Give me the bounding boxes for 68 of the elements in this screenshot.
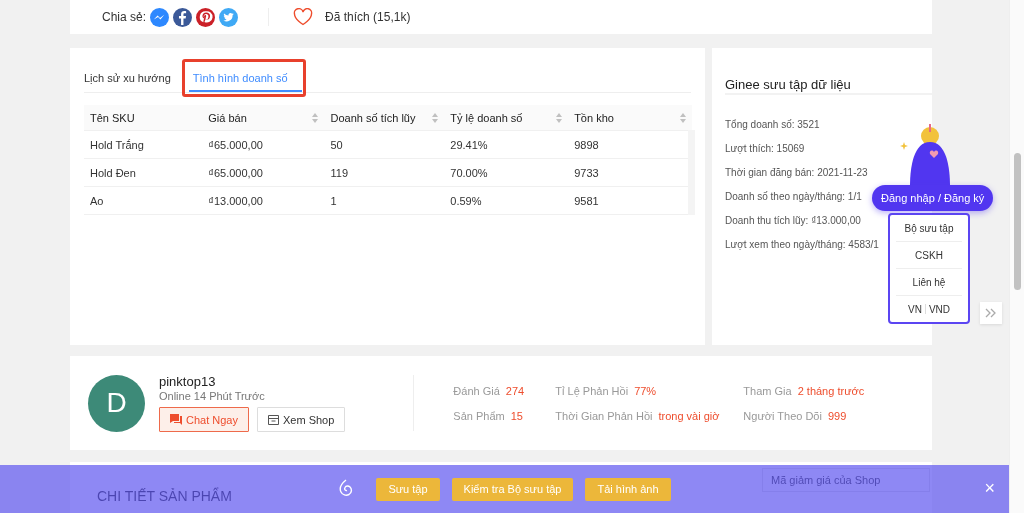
table-cell: 9733 (568, 158, 692, 187)
messenger-icon[interactable] (150, 7, 170, 27)
panel-title: Ginee sưu tập dữ liệu (725, 48, 932, 95)
facebook-icon[interactable] (173, 7, 193, 27)
table-cell: ₫13.000,00 (202, 186, 325, 215)
shop-name: pinktop13 (159, 374, 217, 389)
stat-label: Đánh Giá (453, 384, 500, 397)
store-icon (268, 414, 279, 425)
section-heading: CHI TIẾT SẢN PHẨM (97, 488, 232, 504)
column-header: Doanh số tích lũy (324, 105, 445, 131)
menu-item[interactable]: CSKH (896, 242, 962, 269)
logo-icon (338, 479, 355, 499)
stat-text: Lượt thích: 15069 (725, 142, 805, 156)
stat-label: Người Theo Dõi (743, 409, 822, 422)
twitter-icon[interactable] (219, 7, 239, 27)
sort-icon[interactable] (556, 112, 563, 123)
stat-text: Thời gian đăng bán: 2021-11-23 (725, 166, 868, 180)
table-cell: 29.41% (444, 130, 569, 159)
table-cell: ₫65.000,00 (202, 130, 325, 159)
column-header: Giá bán (202, 105, 325, 131)
column-header: Tồn kho (568, 105, 692, 131)
tab[interactable]: Lịch sử xu hướng (84, 72, 175, 92)
double-chevron-icon (985, 308, 997, 318)
sort-icon[interactable] (432, 112, 439, 123)
stat-value: 2 tháng trước (797, 384, 865, 397)
table-cell: Ao (84, 186, 203, 215)
stat-label: Tham Gia (743, 384, 792, 397)
sort-icon[interactable] (679, 112, 686, 123)
stat-text: Doanh thu tích lũy: ₫13.000,00 (725, 214, 861, 228)
online-status: Online 14 Phút Trước (159, 390, 266, 402)
column-header: Tên SKU (84, 105, 203, 131)
avatar: D (88, 374, 145, 432)
stat-label: Thời Gian Phản Hồi (555, 409, 653, 422)
currency-option[interactable]: VND (928, 303, 950, 315)
expand-button[interactable] (980, 302, 1002, 324)
sort-icon[interactable] (312, 112, 319, 123)
table-cell: 0.59% (444, 186, 569, 215)
scrollbar-thumb[interactable] (1014, 153, 1021, 290)
table-cell: 9898 (568, 130, 692, 159)
menu-item[interactable]: Bộ sưu tập (896, 215, 962, 242)
pinterest-icon[interactable] (196, 7, 216, 27)
login-button[interactable]: Đăng nhập / Đăng ký (872, 185, 994, 211)
stat-value: 15 (510, 409, 523, 422)
table-cell: 119 (324, 158, 445, 187)
language-option[interactable]: VN (908, 303, 922, 315)
stat-text: Tổng doanh số: 3521 (725, 118, 820, 132)
menu-item[interactable]: Liên hệ (896, 269, 962, 296)
table-cell: 1 (324, 186, 445, 215)
column-header: Tỷ lệ doanh số (444, 105, 569, 131)
table-cell: 50 (324, 130, 445, 159)
chat-icon (170, 414, 182, 425)
table-cell: ₫65.000,00 (202, 158, 325, 187)
table-cell: Hold Đen (84, 158, 203, 187)
stat-text: Lượt xem theo ngày/tháng: 4583/1 (725, 238, 879, 252)
table-cell: 9581 (568, 186, 692, 215)
stat-label: Sản Phẩm (453, 409, 505, 422)
stat-value: 999 (827, 409, 847, 422)
table-cell: Hold Trắng (84, 130, 203, 159)
stat-value: 274 (505, 384, 525, 397)
heart-icon[interactable] (293, 8, 314, 26)
share-label: Chia sẻ: (102, 10, 147, 24)
table-cell: 70.00% (444, 158, 569, 187)
stat-text: Doanh số theo ngày/tháng: 1/1 (725, 190, 862, 204)
stat-label: Tỉ Lệ Phản Hồi (555, 384, 629, 397)
stat-value: 77% (634, 384, 657, 397)
like-count: Đã thích (15,1k) (325, 10, 411, 24)
view-shop-button[interactable]: Xem Shop (257, 407, 346, 432)
stat-value: trong vài giờ (658, 409, 720, 422)
